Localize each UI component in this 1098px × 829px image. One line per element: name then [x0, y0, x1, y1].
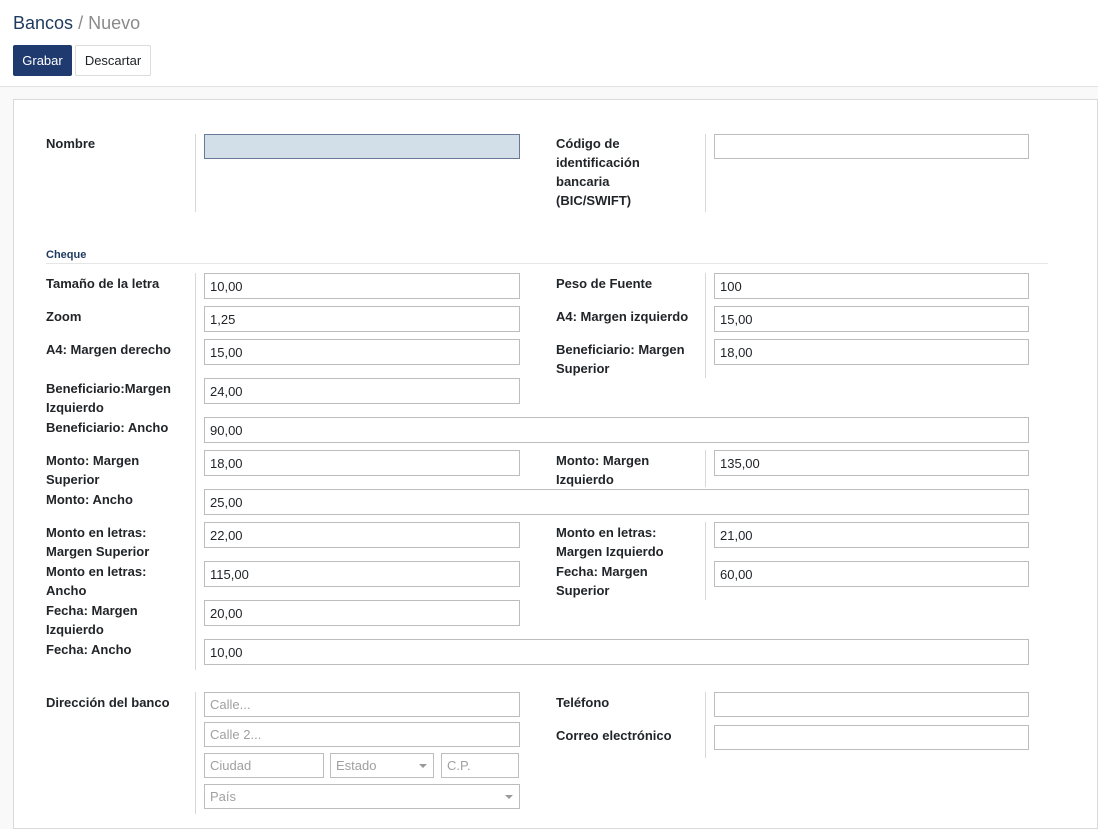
- amount-top-input[interactable]: 18,00: [204, 450, 520, 476]
- breadcrumb-current: Nuevo: [88, 13, 141, 33]
- words-width-label: Monto en letras: Ancho: [46, 562, 146, 600]
- font-size-label: Tamaño de la letra: [46, 276, 160, 291]
- control-panel: Bancos / Nuevo Grabar Descartar: [0, 0, 1098, 87]
- date-width-label: Fecha: Ancho: [46, 642, 132, 657]
- label-line: Monto en letras:: [556, 525, 657, 540]
- bic-input[interactable]: [714, 134, 1029, 159]
- group-divider: [46, 263, 1048, 264]
- separator-line: [195, 273, 196, 670]
- separator-line: [705, 522, 706, 600]
- label-line: Monto en letras:: [46, 525, 147, 540]
- payee-width-input[interactable]: 90,00: [204, 417, 1029, 443]
- label-line: Izquierdo: [46, 622, 104, 637]
- label-line: Izquierdo: [556, 472, 614, 487]
- payee-left-input[interactable]: 24,00: [204, 378, 520, 404]
- street2-placeholder: Calle 2...: [210, 727, 262, 742]
- words-left-label: Monto en letras: Margen Izquierdo: [556, 523, 664, 561]
- date-width-input[interactable]: 10,00: [204, 639, 1029, 665]
- label-line: Monto en letras:: [46, 564, 147, 579]
- font-weight-input[interactable]: 100: [714, 273, 1029, 299]
- chevron-down-icon: [419, 764, 427, 768]
- payee-top-input[interactable]: 18,00: [714, 339, 1029, 365]
- city-placeholder: Ciudad: [210, 758, 252, 773]
- label-line: Izquierdo: [46, 400, 104, 415]
- payee-top-label: Beneficiario: Margen Superior: [556, 340, 685, 378]
- name-label: Nombre: [46, 136, 96, 151]
- date-left-label: Fecha: Margen Izquierdo: [46, 601, 138, 639]
- words-top-label: Monto en letras: Margen Superior: [46, 523, 149, 561]
- save-button[interactable]: Grabar: [13, 45, 72, 76]
- zip-placeholder: C.P.: [447, 758, 471, 773]
- breadcrumb: Bancos / Nuevo: [13, 13, 140, 34]
- separator-line: [705, 134, 706, 212]
- label-line: Margen Superior: [46, 544, 150, 559]
- state-placeholder: Estado: [336, 758, 377, 773]
- country-select[interactable]: País: [204, 784, 520, 809]
- name-input[interactable]: [204, 134, 520, 159]
- bic-label-line: bancaria: [556, 174, 610, 189]
- separator-line: [195, 692, 196, 814]
- label-line: Superior: [556, 361, 610, 376]
- phone-input[interactable]: [714, 692, 1029, 717]
- label-line: Margen Izquierdo: [556, 544, 664, 559]
- bic-label-line: identificación: [556, 155, 640, 170]
- label-line: Superior: [556, 583, 610, 598]
- street-placeholder: Calle...: [210, 697, 251, 712]
- bic-label: Código de identificación bancaria (BIC/S…: [556, 134, 640, 210]
- words-left-input[interactable]: 21,00: [714, 522, 1029, 548]
- zoom-input[interactable]: 1,25: [204, 306, 520, 332]
- separator-line: [705, 450, 706, 487]
- breadcrumb-parent[interactable]: Bancos: [13, 13, 73, 33]
- bank-address-label: Dirección del banco: [46, 695, 170, 710]
- label-line: Ancho: [46, 583, 87, 598]
- separator-line: [705, 692, 706, 758]
- font-weight-label: Peso de Fuente: [556, 276, 653, 291]
- zoom-label: Zoom: [46, 309, 82, 324]
- a4-left-input[interactable]: 15,00: [714, 306, 1029, 332]
- country-placeholder: País: [210, 789, 237, 804]
- amount-top-label: Monto: Margen Superior: [46, 451, 139, 489]
- street2-input[interactable]: Calle 2...: [204, 722, 520, 747]
- chevron-down-icon: [505, 795, 513, 799]
- font-size-input[interactable]: 10,00: [204, 273, 520, 299]
- amount-width-label: Monto: Ancho: [46, 492, 133, 507]
- label-line: Superior: [46, 472, 100, 487]
- label-line: Monto: Margen: [46, 453, 140, 468]
- words-width-input[interactable]: 115,00: [204, 561, 520, 587]
- a4-right-input[interactable]: 15,00: [204, 339, 520, 365]
- amount-left-input[interactable]: 135,00: [714, 450, 1029, 476]
- city-input[interactable]: Ciudad: [204, 753, 324, 778]
- date-top-input[interactable]: 60,00: [714, 561, 1029, 587]
- discard-button[interactable]: Descartar: [75, 45, 151, 76]
- words-top-input[interactable]: 22,00: [204, 522, 520, 548]
- email-label: Correo electrónico: [556, 728, 672, 743]
- breadcrumb-separator: /: [78, 13, 84, 33]
- label-line: Fecha: Margen: [46, 603, 138, 618]
- amount-width-input[interactable]: 25,00: [204, 489, 1029, 515]
- separator-line: [195, 134, 196, 212]
- group-title-cheque: Cheque: [46, 249, 87, 261]
- zip-input[interactable]: C.P.: [441, 753, 519, 778]
- street-input[interactable]: Calle...: [204, 692, 520, 717]
- label-line: Beneficiario: Margen: [556, 342, 685, 357]
- a4-left-label: A4: Margen izquierdo: [556, 309, 689, 324]
- payee-width-label: Beneficiario: Ancho: [46, 420, 169, 435]
- date-left-input[interactable]: 20,00: [204, 600, 520, 626]
- state-select[interactable]: Estado: [330, 753, 434, 778]
- label-line: Monto: Margen: [556, 453, 650, 468]
- a4-right-label: A4: Margen derecho: [46, 342, 171, 357]
- email-input[interactable]: [714, 725, 1029, 750]
- date-top-label: Fecha: Margen Superior: [556, 562, 648, 600]
- label-line: Beneficiario:Margen: [46, 381, 171, 396]
- bic-label-line: (BIC/SWIFT): [556, 193, 632, 208]
- label-line: Fecha: Margen: [556, 564, 648, 579]
- separator-line: [705, 273, 706, 378]
- phone-label: Teléfono: [556, 695, 610, 710]
- bic-label-line: Código de: [556, 136, 620, 151]
- amount-left-label: Monto: Margen Izquierdo: [556, 451, 649, 489]
- payee-left-label: Beneficiario:Margen Izquierdo: [46, 379, 171, 417]
